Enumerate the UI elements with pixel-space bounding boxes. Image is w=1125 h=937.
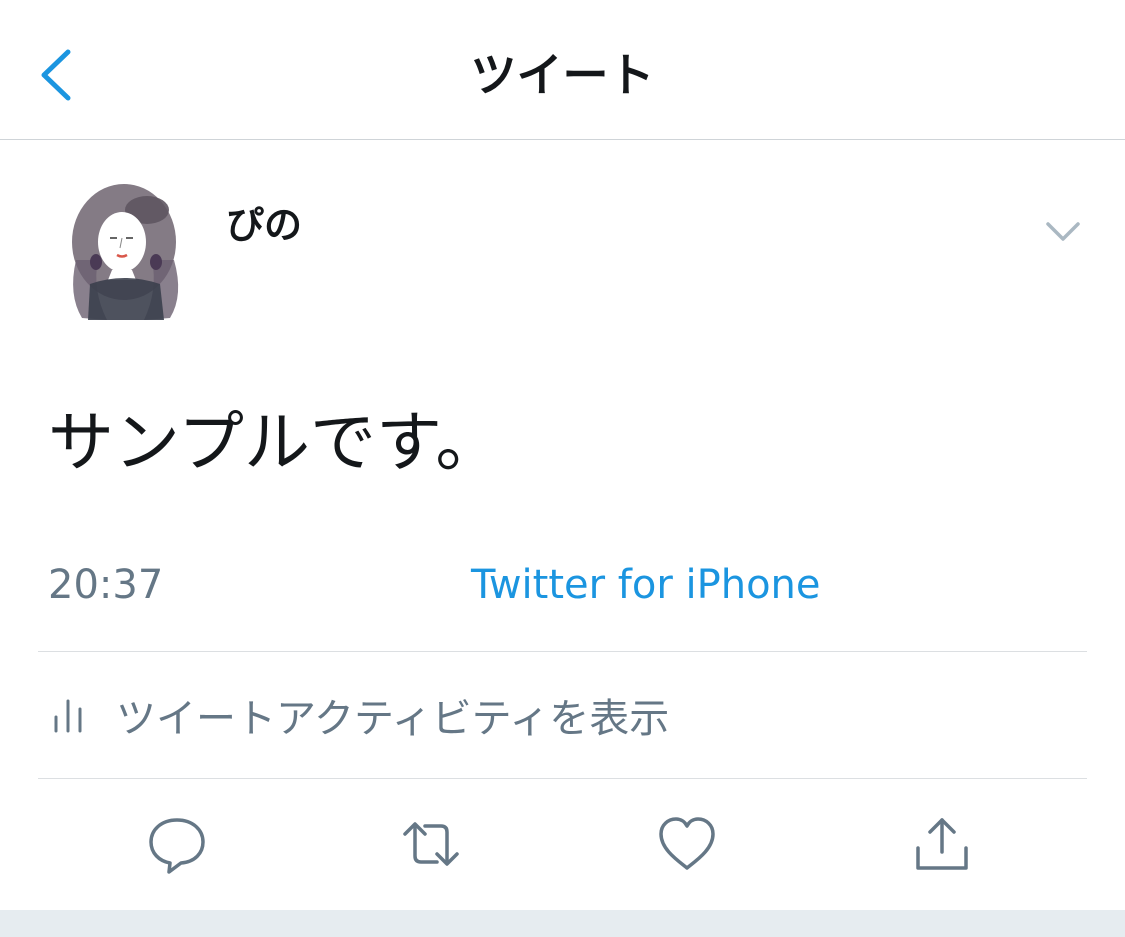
like-icon xyxy=(659,817,715,870)
more-options-button[interactable] xyxy=(1040,212,1086,252)
divider xyxy=(38,778,1087,779)
share-button[interactable] xyxy=(910,812,974,876)
chevron-down-icon xyxy=(1046,222,1080,241)
tweet-source-link[interactable]: Twitter for iPhone xyxy=(471,555,821,615)
tweet-text: サンプルです。 xyxy=(48,404,502,481)
tweet-timestamp: 20:37 xyxy=(48,562,164,608)
reply-button[interactable] xyxy=(145,812,209,876)
retweet-icon xyxy=(403,822,459,866)
share-icon xyxy=(916,818,968,870)
avatar[interactable] xyxy=(62,180,192,325)
like-button[interactable] xyxy=(655,812,719,876)
divider xyxy=(38,651,1087,652)
navigation-bar: ツイート xyxy=(0,0,1125,140)
bar-chart-icon xyxy=(54,699,82,733)
tweet-activity-link[interactable]: ツイートアクティビティを表示 xyxy=(48,680,669,750)
tweet-activity-label: ツイートアクティビティを表示 xyxy=(116,696,670,742)
retweet-button[interactable] xyxy=(399,812,463,876)
reply-icon xyxy=(149,818,205,874)
avatar-illustration xyxy=(72,184,179,320)
page-title: ツイート xyxy=(470,48,655,102)
footer-separator xyxy=(0,910,1125,937)
user-name[interactable]: ぴの xyxy=(226,195,302,255)
